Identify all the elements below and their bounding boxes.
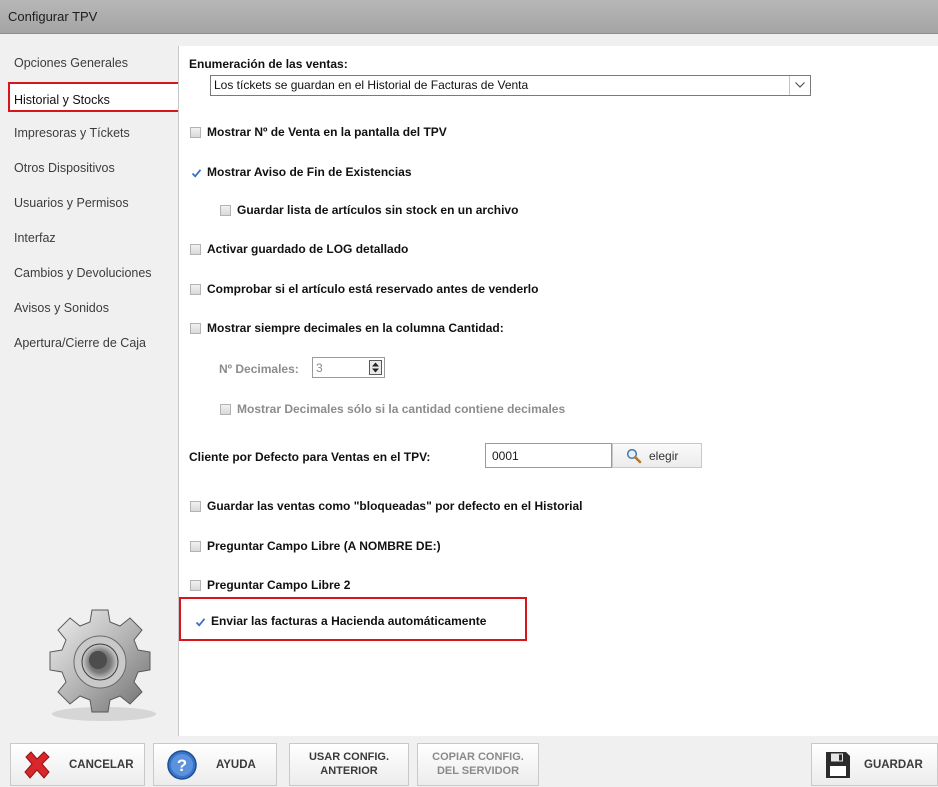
sidebar-item-label: Cambios y Devoluciones	[14, 266, 152, 280]
decimales-solo-si-label: Mostrar Decimales sólo si la cantidad co…	[237, 402, 566, 416]
decimales-stepper[interactable]: 3	[312, 357, 385, 378]
cliente-defecto-label: Cliente por Defecto para Ventas en el TP…	[189, 450, 431, 464]
ayuda-label: AYUDA	[216, 759, 256, 771]
campo-libre-checkbox[interactable]	[190, 541, 201, 552]
mostrar-num-venta-checkbox[interactable]	[190, 127, 201, 138]
save-icon	[826, 752, 850, 778]
enumeracion-select[interactable]: Los tíckets se guardan en el Historial d…	[210, 75, 811, 96]
enviar-hacienda-checkbox[interactable]	[194, 616, 206, 627]
sidebar-item-otros-dispositivos[interactable]: Otros Dispositivos	[8, 151, 174, 181]
sidebar-item-usuarios-y-permisos[interactable]: Usuarios y Permisos	[8, 186, 174, 216]
sidebar-item-interfaz[interactable]: Interfaz	[8, 221, 174, 251]
help-icon: ?	[167, 750, 197, 780]
svg-text:?: ?	[177, 756, 187, 775]
copiar-config-line1: COPIAR CONFIG.	[432, 751, 524, 763]
usar-config-anterior-button[interactable]: USAR CONFIG. ANTERIOR	[289, 743, 409, 786]
sidebar-item-opciones-generales[interactable]: Opciones Generales	[8, 46, 174, 76]
chevron-down-icon[interactable]	[789, 76, 810, 95]
copiar-config-servidor-label: COPIAR CONFIG. DEL SERVIDOR	[418, 750, 538, 778]
cancelar-button[interactable]: CANCELAR	[10, 743, 145, 786]
search-icon	[626, 448, 642, 464]
usar-config-anterior-label: USAR CONFIG. ANTERIOR	[290, 750, 408, 778]
sidebar-item-apertura-cierre-de-caja[interactable]: Apertura/Cierre de Caja	[8, 326, 174, 356]
guardar-lista-sin-stock-checkbox[interactable]	[220, 205, 231, 216]
sidebar-item-label: Avisos y Sonidos	[14, 301, 109, 315]
comprobar-reservado-checkbox[interactable]	[190, 284, 201, 295]
enumeracion-label: Enumeración de las ventas:	[189, 57, 348, 71]
settings-panel: Enumeración de las ventas: Los tíckets s…	[178, 46, 938, 736]
title-bar: Configurar TPV	[0, 0, 938, 34]
close-icon	[24, 751, 50, 779]
sidebar-item-label: Usuarios y Permisos	[14, 196, 129, 210]
mostrar-decimales-label: Mostrar siempre decimales en la columna …	[207, 321, 504, 335]
ventas-bloqueadas-checkbox[interactable]	[190, 501, 201, 512]
copiar-config-servidor-button[interactable]: COPIAR CONFIG. DEL SERVIDOR	[417, 743, 539, 786]
sidebar-item-label: Historial y Stocks	[14, 93, 110, 107]
guardar-lista-sin-stock-label: Guardar lista de artículos sin stock en …	[237, 203, 519, 217]
campo-libre-2-label: Preguntar Campo Libre 2	[207, 578, 351, 592]
enviar-hacienda-label: Enviar las facturas a Hacienda automátic…	[211, 614, 487, 628]
sidebar-item-label: Apertura/Cierre de Caja	[14, 336, 147, 350]
mostrar-decimales-checkbox[interactable]	[190, 323, 201, 334]
ventas-bloqueadas-label: Guardar las ventas como "bloqueadas" por…	[207, 499, 583, 513]
comprobar-reservado-label: Comprobar si el artículo está reservado …	[207, 282, 539, 296]
ayuda-button[interactable]: ? AYUDA	[153, 743, 277, 786]
usar-config-line2: ANTERIOR	[320, 765, 378, 777]
sidebar-item-cambios-y-devoluciones[interactable]: Cambios y Devoluciones	[8, 256, 174, 286]
sidebar-item-label: Opciones Generales	[14, 56, 128, 70]
copiar-config-line2: DEL SERVIDOR	[436, 765, 520, 777]
sidebar-item-label: Impresoras y Tíckets	[14, 126, 130, 140]
campo-libre-label: Preguntar Campo Libre (A NOMBRE DE:)	[207, 539, 441, 553]
campo-libre-2-checkbox[interactable]	[190, 580, 201, 591]
window-title: Configurar TPV	[8, 9, 98, 24]
elegir-button[interactable]: elegir	[612, 443, 702, 468]
sidebar: Opciones Generales Historial y Stocks Im…	[8, 46, 182, 736]
usar-config-line1: USAR CONFIG.	[308, 751, 390, 763]
guardar-button[interactable]: GUARDAR	[811, 743, 938, 786]
guardar-label: GUARDAR	[864, 759, 923, 771]
sidebar-item-impresoras-y-tickets[interactable]: Impresoras y Tíckets	[8, 116, 174, 146]
cancelar-label: CANCELAR	[69, 759, 134, 771]
footer-toolbar: CANCELAR ? AYUDA USAR CONFIG. ANTERIOR C…	[0, 736, 938, 787]
decimales-solo-si-checkbox[interactable]	[220, 404, 231, 415]
gear-icon	[49, 609, 156, 721]
sidebar-item-label: Interfaz	[14, 231, 56, 245]
activar-log-label: Activar guardado de LOG detallado	[207, 242, 409, 256]
aviso-fin-existencias-checkbox[interactable]	[190, 167, 202, 178]
aviso-fin-existencias-label: Mostrar Aviso de Fin de Existencias	[207, 165, 412, 179]
decimales-value: 3	[316, 361, 323, 375]
cliente-value: 0001	[492, 449, 519, 463]
enumeracion-value: Los tíckets se guardan en el Historial d…	[214, 78, 529, 92]
stepper-arrows-icon[interactable]	[369, 360, 382, 375]
sidebar-item-label: Otros Dispositivos	[14, 161, 115, 175]
decimales-label: Nº Decimales:	[219, 362, 299, 376]
activar-log-checkbox[interactable]	[190, 244, 201, 255]
cliente-input[interactable]: 0001	[485, 443, 612, 468]
mostrar-num-venta-label: Mostrar Nº de Venta en la pantalla del T…	[207, 125, 447, 139]
sidebar-item-avisos-y-sonidos[interactable]: Avisos y Sonidos	[8, 291, 174, 321]
sidebar-item-historial-y-stocks[interactable]: Historial y Stocks	[8, 82, 182, 112]
elegir-label: elegir	[649, 449, 679, 463]
